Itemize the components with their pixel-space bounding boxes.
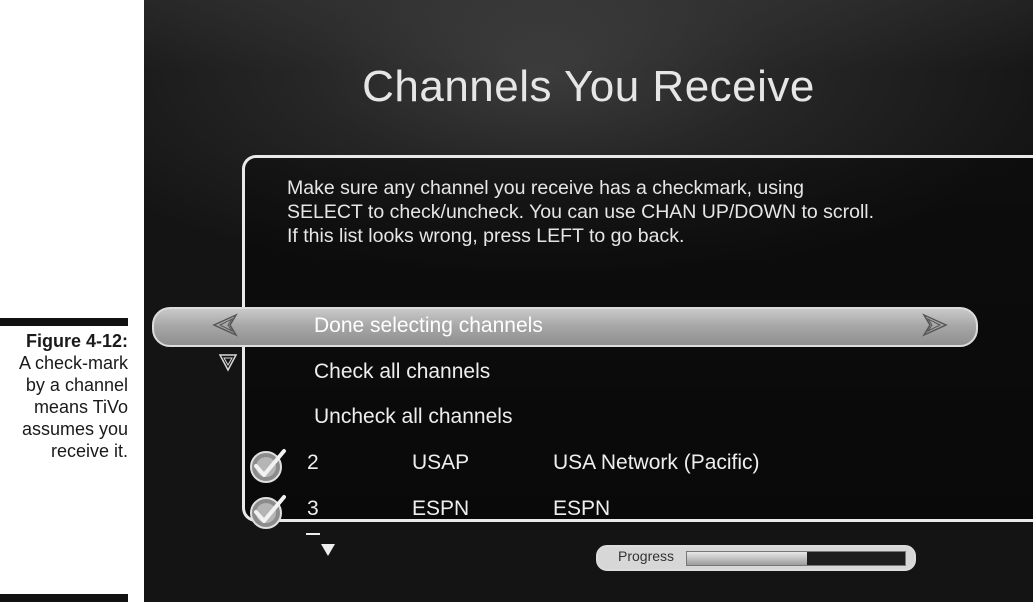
figure-caption: Figure 4-12: A check-mark by a channel m… (0, 330, 128, 462)
channel-callsign: USAP (412, 451, 470, 474)
right-arrow-icon[interactable] (922, 313, 948, 337)
menu-item-done[interactable]: Done selecting channels (314, 314, 543, 338)
channel-row[interactable]: 3 ESPN ESPN (144, 495, 1033, 537)
progress-indicator: Progress (596, 545, 916, 571)
channel-number: 2 (307, 451, 319, 474)
tivo-screen: Channels You Receive Make sure any chann… (144, 0, 1033, 602)
left-arrow-icon[interactable] (212, 313, 238, 337)
selection-highlight-bar[interactable] (152, 307, 978, 347)
channel-name: USA Network (Pacific) (553, 451, 760, 474)
menu-item-uncheck-all[interactable]: Uncheck all channels (314, 405, 512, 429)
channel-number: 3 (307, 497, 319, 520)
progress-fill (687, 552, 807, 565)
figure-label: Figure 4-12: (25, 331, 128, 351)
progress-label: Progress (618, 548, 675, 564)
scroll-down-icon (321, 544, 335, 556)
menu-item-check-all[interactable]: Check all channels (314, 360, 490, 384)
checkmark-icon[interactable] (248, 491, 288, 531)
checkmark-icon[interactable] (248, 445, 288, 485)
caption-bottom-rule (0, 594, 128, 602)
channel-name: ESPN (553, 497, 611, 520)
page-title: Channels You Receive (362, 62, 815, 111)
figure-text: A check-mark by a channel means TiVo ass… (18, 353, 128, 461)
caption-top-rule (0, 318, 128, 326)
channel-callsign: ESPN (412, 497, 470, 520)
cursor-underline (306, 533, 320, 535)
channel-row[interactable]: 2 USAP USA Network (Pacific) (144, 449, 1033, 491)
instructions-text: Make sure any channel you receive has a … (287, 177, 875, 247)
progress-track (686, 551, 906, 566)
down-triangle-icon (218, 354, 238, 372)
